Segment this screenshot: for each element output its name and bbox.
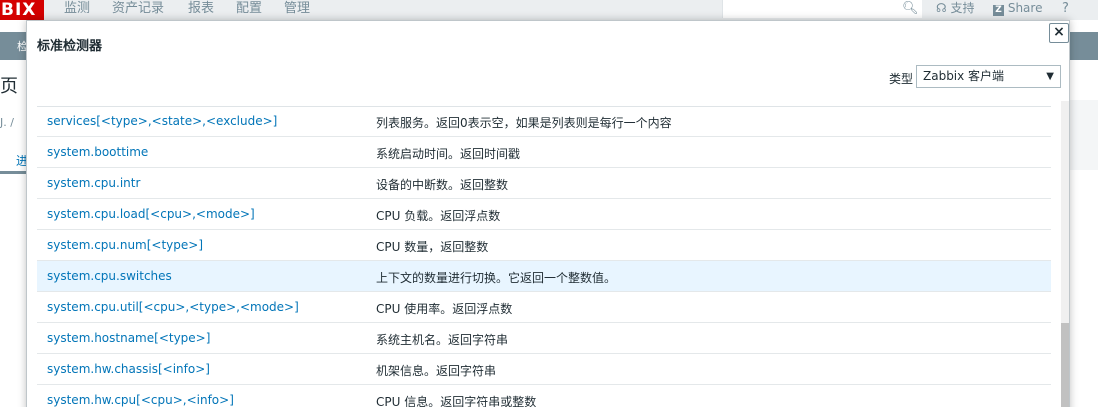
item-key-link[interactable]: system.hw.chassis[<info>] bbox=[47, 362, 210, 376]
item-description: 机架信息。返回字符串 bbox=[376, 364, 497, 378]
item-key-link[interactable]: system.hostname[<type>] bbox=[47, 331, 210, 345]
nav-item-administration[interactable]: 管理 bbox=[284, 0, 310, 20]
item-description: CPU 使用率。返回浮点数 bbox=[376, 302, 513, 316]
nav-item-configuration[interactable]: 配置 bbox=[236, 0, 262, 20]
search-input[interactable] bbox=[722, 0, 922, 18]
chevron-down-icon: ▼ bbox=[1046, 71, 1054, 82]
item-key-link[interactable]: system.boottime bbox=[47, 145, 148, 159]
close-button[interactable]: × bbox=[1049, 23, 1069, 43]
list-item: services[<type>,<state>,<exclude>] 列表服务。… bbox=[37, 106, 1051, 137]
item-description: 上下文的数量进行切换。它返回一个整数值。 bbox=[376, 271, 617, 285]
dialog-title: 标准检测器 bbox=[37, 39, 103, 54]
share-link[interactable]: Z Share bbox=[993, 0, 1042, 17]
item-key-link[interactable]: system.hw.cpu[<cpu>,<info>] bbox=[47, 393, 234, 407]
headset-icon: ☊ bbox=[936, 1, 947, 15]
type-label: 类型 bbox=[889, 72, 914, 86]
item-key-link[interactable]: system.cpu.switches bbox=[47, 269, 172, 283]
item-description: CPU 负载。返回浮点数 bbox=[376, 209, 501, 223]
list-item: system.cpu.load[<cpu>,<mode>] CPU 负载。返回浮… bbox=[37, 199, 1051, 230]
item-description: 系统启动时间。返回时间戳 bbox=[376, 147, 521, 161]
list-item-hovered: system.cpu.switches 上下文的数量进行切换。它返回一个整数值。 bbox=[37, 261, 1051, 292]
list-item: system.cpu.util[<cpu>,<type>,<mode>] CPU… bbox=[37, 292, 1051, 323]
help-link[interactable]: ? bbox=[1062, 0, 1069, 17]
background-page-title: 页 bbox=[0, 76, 18, 97]
item-description: 列表服务。返回0表示空，如果是列表则是每行一个内容 bbox=[376, 116, 672, 130]
background-panel bbox=[1070, 100, 1098, 170]
nav-item-inventory[interactable]: 资产记录 bbox=[112, 0, 164, 20]
share-label: Share bbox=[1007, 1, 1043, 15]
support-label: 支持 bbox=[950, 1, 975, 15]
list-item: system.boottime 系统启动时间。返回时间戳 bbox=[37, 137, 1051, 168]
list-item: system.cpu.intr 设备的中断数。返回整数 bbox=[37, 168, 1051, 199]
item-description: CPU 信息。返回字符串或整数 bbox=[376, 395, 537, 407]
item-list: services[<type>,<state>,<exclude>] 列表服务。… bbox=[37, 106, 1051, 407]
type-select[interactable]: Zabbix 客户端 ▼ bbox=[916, 65, 1061, 88]
item-key-link[interactable]: system.cpu.num[<type>] bbox=[47, 238, 203, 252]
search-icon[interactable]: 🔍︎ bbox=[902, 1, 919, 16]
list-item: system.hostname[<type>] 系统主机名。返回字符串 bbox=[37, 323, 1051, 354]
item-key-link[interactable]: system.cpu.load[<cpu>,<mode>] bbox=[47, 207, 255, 221]
item-key-link[interactable]: services[<type>,<state>,<exclude>] bbox=[47, 114, 277, 128]
item-description: 系统主机名。返回字符串 bbox=[376, 333, 509, 347]
item-key-link[interactable]: system.cpu.intr bbox=[47, 176, 140, 190]
item-description: 设备的中断数。返回整数 bbox=[376, 178, 509, 192]
background-breadcrumb: J. / bbox=[0, 116, 14, 129]
list-item: system.cpu.num[<type>] CPU 数量，返回整数 bbox=[37, 230, 1051, 261]
item-key-link[interactable]: system.cpu.util[<cpu>,<type>,<mode>] bbox=[47, 300, 299, 314]
standard-items-dialog: 标准检测器 × 类型 Zabbix 客户端 ▼ services[<type>,… bbox=[26, 20, 1070, 407]
scrollbar-thumb[interactable] bbox=[1061, 323, 1069, 407]
nav-item-reports[interactable]: 报表 bbox=[188, 0, 214, 20]
share-icon: Z bbox=[993, 5, 1004, 16]
list-item: system.hw.cpu[<cpu>,<info>] CPU 信息。返回字符串… bbox=[37, 385, 1051, 407]
item-description: CPU 数量，返回整数 bbox=[376, 240, 489, 254]
close-icon: × bbox=[1053, 24, 1065, 40]
scrollbar[interactable] bbox=[1061, 101, 1069, 407]
list-item: system.hw.chassis[<info>] 机架信息。返回字符串 bbox=[37, 354, 1051, 385]
zabbix-logo[interactable]: BIX bbox=[0, 0, 44, 20]
nav-item-monitoring[interactable]: 监测 bbox=[64, 0, 90, 20]
support-link[interactable]: ☊ 支持 bbox=[936, 0, 975, 17]
type-select-value: Zabbix 客户端 bbox=[923, 69, 1005, 83]
top-navigation: BIX 监测 资产记录 报表 配置 管理 🔍︎ ☊ 支持 Z Share ? bbox=[0, 0, 1098, 20]
